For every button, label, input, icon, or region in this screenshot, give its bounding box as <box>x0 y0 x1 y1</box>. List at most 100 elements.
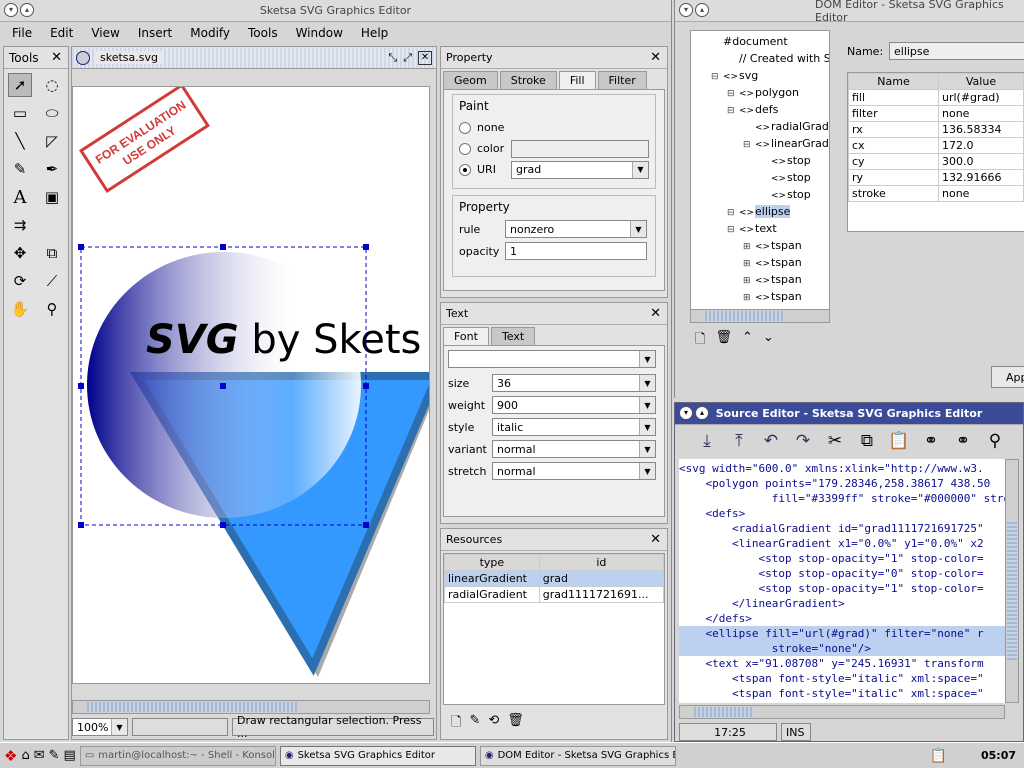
goto-icon[interactable]: ⚲ <box>981 427 1009 455</box>
code-line[interactable]: <radialGradient id="grad1111721691725" <box>679 521 1005 536</box>
scale-tool[interactable]: ⧉ <box>40 241 64 265</box>
resources-close-button[interactable]: ✕ <box>650 532 667 547</box>
expander-icon[interactable]: ⊟ <box>727 103 739 120</box>
window-menu-icon[interactable]: ▾ <box>679 3 693 17</box>
pen-tool[interactable]: ✒ <box>40 157 64 181</box>
menu-help[interactable]: Help <box>352 26 397 40</box>
task-dom-editor[interactable]: ◉ DOM Editor - Sketsa SVG Graphics Edi <box>479 745 676 766</box>
expander-icon[interactable]: ⊞ <box>743 290 755 307</box>
polyline-tool[interactable]: ◸ <box>40 129 64 153</box>
opacity-input[interactable]: 1 <box>505 242 647 260</box>
source-titlebar[interactable]: ▾ ▴ Source Editor - Sketsa SVG Graphics … <box>675 403 1023 425</box>
replace-icon[interactable]: ⚭ <box>949 427 977 455</box>
source-code[interactable]: <svg width="600.0" xmlns:xlink="http://w… <box>679 459 1005 703</box>
menu-window[interactable]: Window <box>287 26 352 40</box>
none-radio[interactable] <box>459 121 471 134</box>
stretch-select[interactable]: normal ▼ <box>492 462 656 480</box>
tree-node[interactable]: // Created with Skets <box>695 50 829 67</box>
menu-tools[interactable]: Tools <box>239 26 287 40</box>
export-icon[interactable]: ⤒ <box>725 427 753 455</box>
code-line[interactable]: fill="#3399ff" stroke="#000000" strok <box>679 491 1005 506</box>
tree-node[interactable]: <>stop <box>695 186 829 203</box>
code-line[interactable]: <stop stop-opacity="1" stop-color= <box>679 581 1005 596</box>
size-select[interactable]: 36 ▼ <box>492 374 656 392</box>
col-name[interactable]: Name <box>848 73 939 90</box>
new-node-icon[interactable]: 🗋 <box>695 330 705 352</box>
tools-close-button[interactable]: ✕ <box>51 50 68 65</box>
undo-icon[interactable]: ↶ <box>757 427 785 455</box>
col-value[interactable]: Value <box>938 73 1024 90</box>
menu-file[interactable]: File <box>3 26 41 40</box>
property-close-button[interactable]: ✕ <box>650 50 667 65</box>
edit-resource-icon[interactable]: ✎ <box>469 713 480 735</box>
tree-node[interactable]: ⊟ <>polygon <box>695 84 829 101</box>
code-line[interactable]: <linearGradient x1="0.0%" y1="0.0%" x2 <box>679 536 1005 551</box>
expander-icon[interactable]: ⊟ <box>711 69 723 86</box>
move-up-icon[interactable]: ⌃ <box>742 330 753 352</box>
table-row[interactable]: cx 172.0 <box>848 137 1024 154</box>
code-line[interactable]: <stop stop-opacity="1" stop-color= <box>679 551 1005 566</box>
apply-button[interactable]: App <box>991 366 1024 388</box>
menu-view[interactable]: View <box>82 26 128 40</box>
tab-font[interactable]: Font <box>443 327 489 345</box>
tree-hscroll[interactable] <box>690 309 830 323</box>
style-select[interactable]: italic ▼ <box>492 418 656 436</box>
canvas-area[interactable]: FOR EVALUATION USE ONLY SVG by Skets <box>72 86 430 684</box>
tree-node[interactable]: #document <box>695 33 829 50</box>
tree-node[interactable]: ⊞ <>tspan <box>695 271 829 288</box>
minimize-icon[interactable]: ⤢ <box>403 51 412 65</box>
uri-select[interactable]: grad ▼ <box>511 160 649 179</box>
tab-filter[interactable]: Filter <box>597 71 647 89</box>
tree-node[interactable]: <>stop <box>695 169 829 186</box>
import-icon[interactable]: ⤓ <box>693 427 721 455</box>
code-line[interactable]: <svg width="600.0" xmlns:xlink="http://w… <box>679 461 1005 476</box>
menu-edit[interactable]: Edit <box>41 26 82 40</box>
name-input[interactable]: ellipse <box>889 42 1024 60</box>
tree-node[interactable]: ⊟ <>text <box>695 220 829 237</box>
tab-fill[interactable]: Fill <box>558 71 596 89</box>
document-tab[interactable]: sketsa.svg <box>96 51 162 64</box>
font-family-select[interactable]: ▼ <box>448 350 656 368</box>
sticky-icon[interactable]: ▴ <box>695 406 709 420</box>
horizontal-scrollbar[interactable] <box>72 700 430 714</box>
table-row[interactable]: radialGradient grad1111721691... <box>444 586 665 603</box>
table-row[interactable]: ry 132.91666 <box>848 169 1024 186</box>
node-tool[interactable]: ⇉ <box>8 213 32 237</box>
rect-tool[interactable]: ▭ <box>8 101 32 125</box>
new-resource-icon[interactable]: 🗋 <box>451 713 461 735</box>
color-field[interactable] <box>511 139 649 158</box>
line-tool[interactable]: ╲ <box>8 129 32 153</box>
start-menu-icon[interactable]: ❖ <box>4 747 17 765</box>
code-line[interactable]: <defs> <box>679 506 1005 521</box>
doc-close-icon[interactable]: ✕ <box>418 50 432 65</box>
zoom-tool[interactable]: ⚲ <box>40 297 64 321</box>
code-line[interactable]: <tspan font-style="italic" xml:space=" <box>679 671 1005 686</box>
table-row[interactable]: rx 136.58334 <box>848 121 1024 138</box>
tree-node[interactable]: <>stop <box>695 152 829 169</box>
rotate-tool[interactable]: ⟳ <box>8 269 32 293</box>
tree-node[interactable]: ⊞ <>tspan <box>695 237 829 254</box>
table-row[interactable]: filter none <box>848 105 1024 122</box>
pencil-tool[interactable]: ✎ <box>8 157 32 181</box>
table-row[interactable]: linearGradient grad <box>444 570 665 587</box>
window-menu-icon[interactable]: ▾ <box>4 3 18 17</box>
task-konsole[interactable]: ▭ martin@localhost:~ - Shell - Konsole <box>79 745 276 766</box>
menu-insert[interactable]: Insert <box>129 26 181 40</box>
cut-icon[interactable]: ✂ <box>821 427 849 455</box>
code-line[interactable]: <tspan font-style="italic" xml:space=" <box>679 686 1005 701</box>
tree-node[interactable]: <>radialGradi <box>695 118 829 135</box>
tab-geom[interactable]: Geom <box>443 71 498 89</box>
dom-titlebar[interactable]: ▾ ▴ DOM Editor - Sketsa SVG Graphics Edi… <box>675 0 1024 24</box>
expander-icon[interactable]: ⊟ <box>743 137 755 154</box>
color-radio[interactable] <box>459 142 471 155</box>
image-tool[interactable]: ▣ <box>40 185 64 209</box>
uri-radio[interactable] <box>459 163 471 176</box>
terminal-icon[interactable]: ▤ <box>64 748 76 763</box>
restore-icon[interactable]: ⤡ <box>388 51 397 65</box>
variant-select[interactable]: normal ▼ <box>492 440 656 458</box>
text-close-button[interactable]: ✕ <box>650 306 667 321</box>
mail-icon[interactable]: ✉ <box>34 748 45 763</box>
sticky-icon[interactable]: ▴ <box>20 3 34 17</box>
weight-select[interactable]: 900 ▼ <box>492 396 656 414</box>
delete-node-icon[interactable]: 🗑 <box>715 330 732 352</box>
